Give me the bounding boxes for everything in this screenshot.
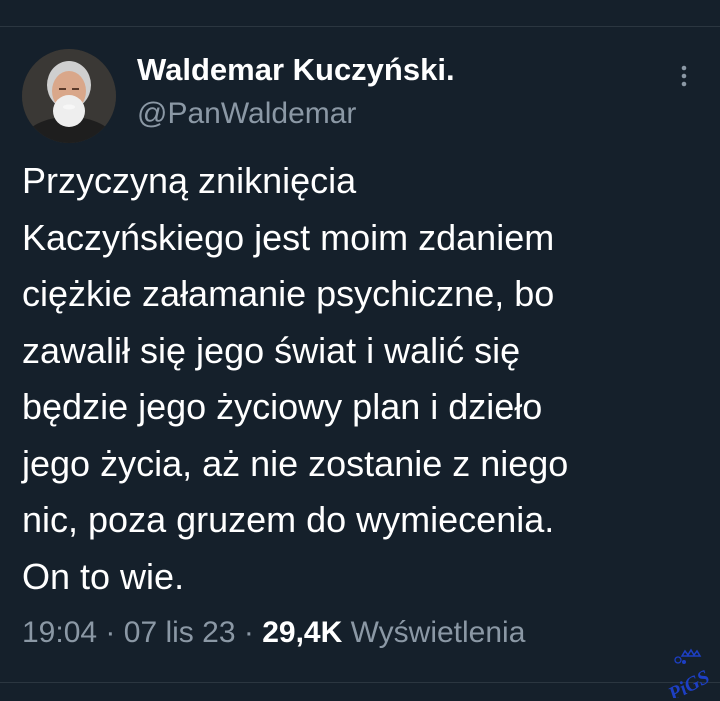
tweet-line: ciężkie załamanie psychiczne, bo bbox=[22, 273, 555, 314]
more-vertical-icon bbox=[681, 65, 687, 87]
tweet-date[interactable]: 07 lis 23 bbox=[124, 616, 236, 649]
svg-text:PiGS: PiGS bbox=[664, 666, 713, 698]
tweet-line: będzie jego życiowy plan i dzieło bbox=[22, 386, 543, 427]
tweet-line: nic, poza gruzem do wymiecenia. bbox=[22, 499, 555, 540]
avatar[interactable] bbox=[22, 49, 116, 143]
tweet-line: Kaczyńskiego jest moim zdaniem bbox=[22, 216, 555, 258]
meta-separator: · bbox=[105, 616, 116, 649]
meta-separator: · bbox=[243, 616, 254, 649]
tweet-meta: 19:04 · 07 lis 23 · 29,4K Wyświetlenia bbox=[22, 616, 525, 650]
views-count[interactable]: 29,4K bbox=[262, 616, 342, 649]
tweet-text: Przyczyną zniknięcia Kaczyńskiego jest m… bbox=[22, 153, 702, 605]
tweet-line: On to wie. bbox=[22, 555, 185, 597]
bottom-divider bbox=[0, 682, 720, 683]
top-divider bbox=[0, 26, 720, 27]
author-handle[interactable]: @PanWaldemar bbox=[137, 97, 356, 131]
tweet-line: jego życia, aż nie zostanie z niego bbox=[22, 442, 569, 484]
tweet-line: Przyczyną zniknięcia bbox=[22, 160, 357, 201]
pigs-watermark-logo: PiGS bbox=[664, 648, 720, 701]
author-display-name[interactable]: Waldemar Kuczyński. bbox=[137, 52, 455, 88]
more-options-button[interactable] bbox=[670, 60, 698, 92]
avatar-photo bbox=[22, 49, 116, 143]
views-label[interactable]: Wyświetlenia bbox=[351, 616, 526, 649]
pigs-logo: PiGS bbox=[664, 648, 713, 701]
tweet-time[interactable]: 19:04 bbox=[22, 616, 97, 649]
tweet-line: zawalił się jego świat i walić się bbox=[22, 329, 521, 371]
